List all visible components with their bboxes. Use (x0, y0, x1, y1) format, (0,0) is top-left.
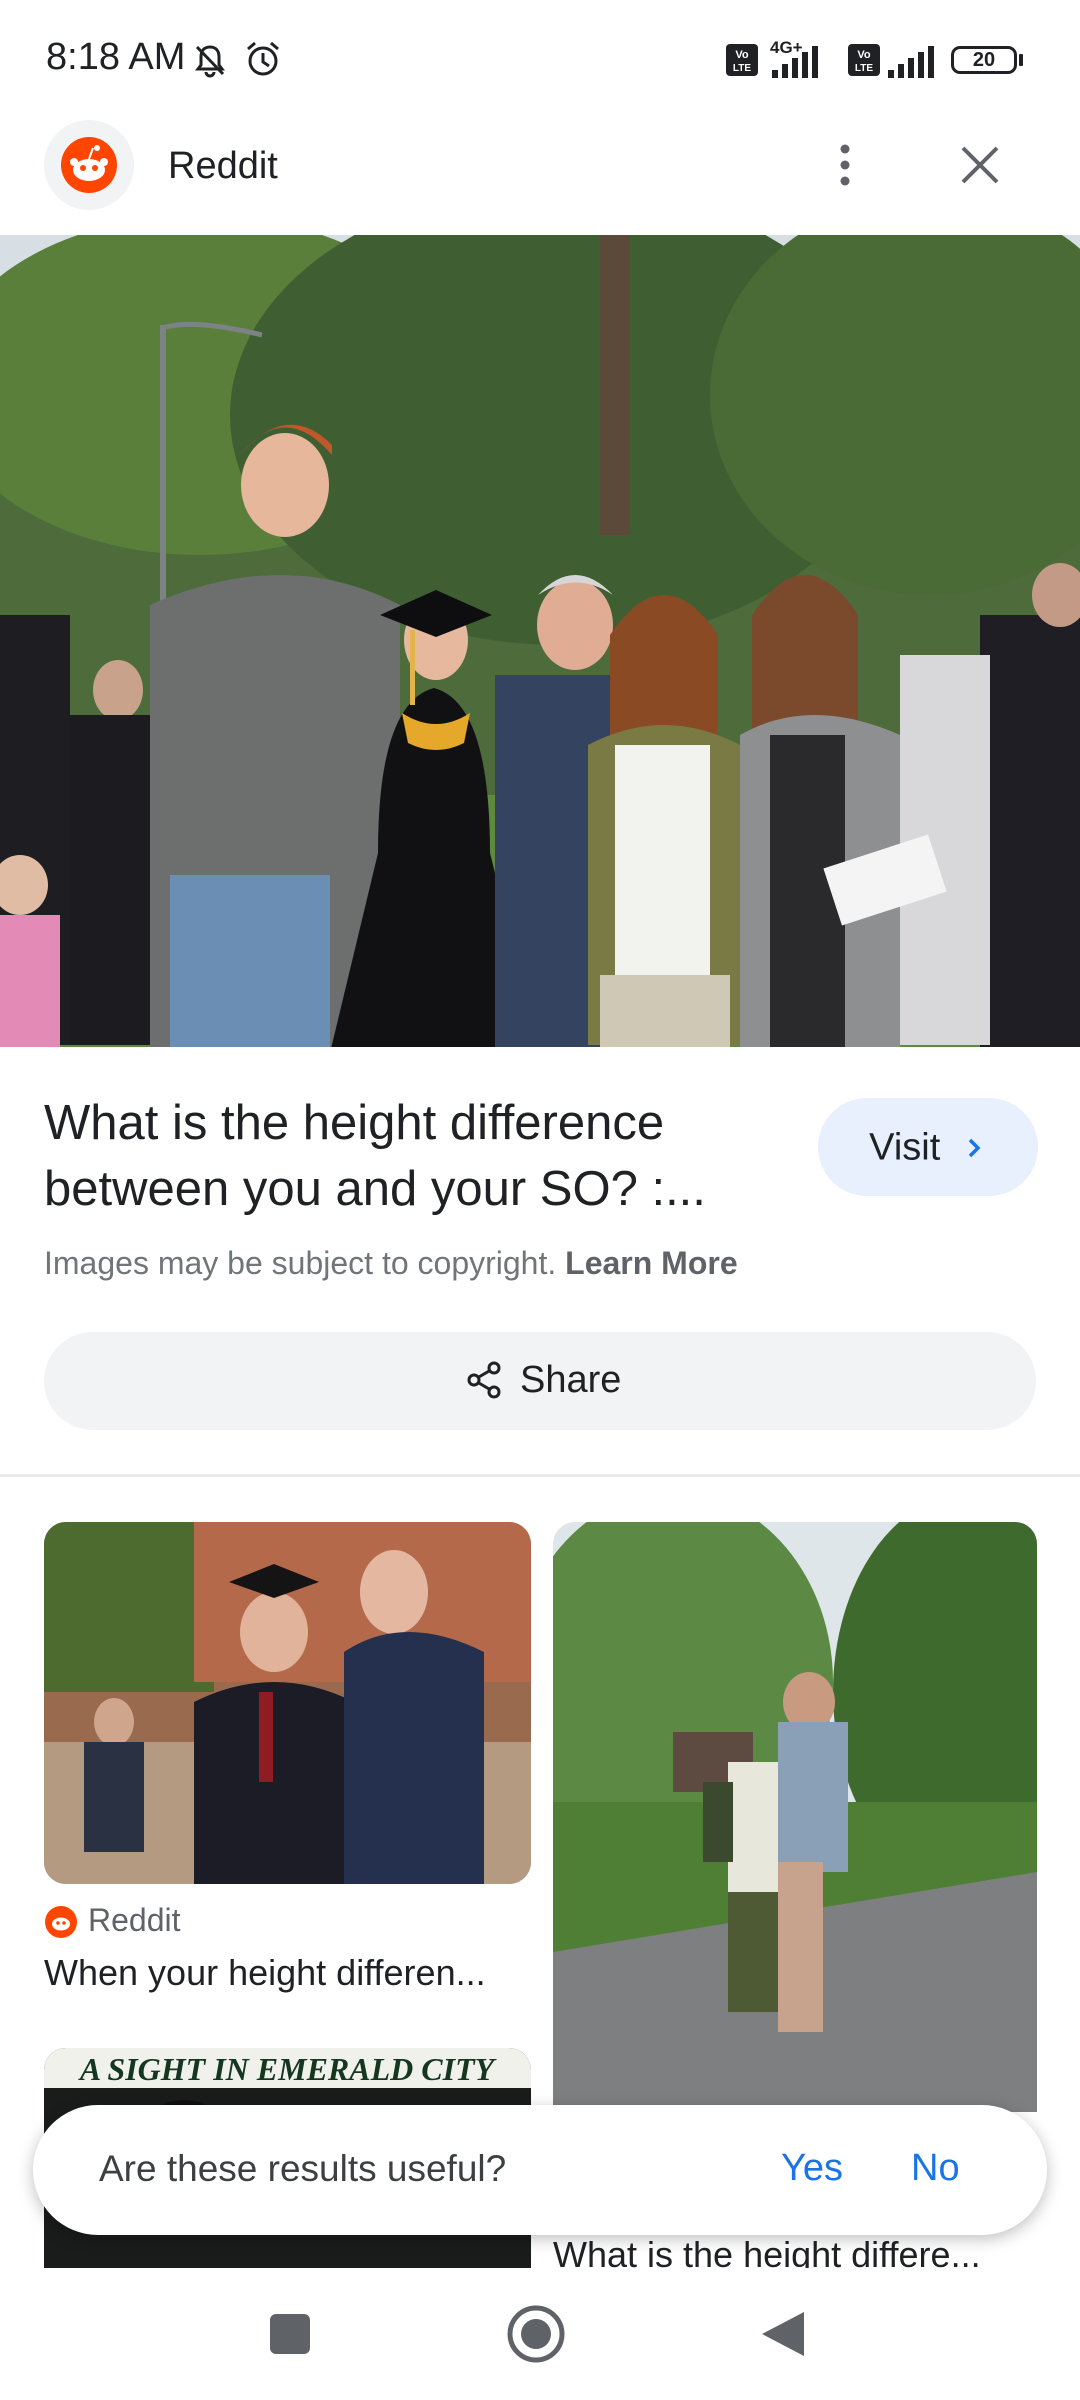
reddit-icon (61, 137, 117, 193)
recents-square-icon[interactable] (268, 2312, 312, 2356)
back-triangle-icon[interactable] (758, 2308, 808, 2360)
mute-bell-icon (195, 45, 225, 78)
source-title[interactable]: Reddit (168, 145, 278, 188)
related-caption-1[interactable]: When your height differen... (44, 1952, 524, 1994)
share-label: Share (520, 1359, 622, 1401)
system-nav-bar (0, 2268, 1080, 2400)
battery-tip (1019, 54, 1023, 66)
svg-text:LTE: LTE (733, 63, 751, 74)
alarm-icon (247, 41, 279, 76)
graduation-photo (0, 235, 1080, 1047)
signal-icon-1 (772, 46, 818, 78)
volte-icon-2: Vo LTE (848, 44, 880, 76)
volte-icon: Vo LTE (726, 44, 758, 76)
sign-text: A SIGHT IN EMERALD CITY (78, 2051, 497, 2087)
couple-hug-photo (553, 1522, 1037, 2112)
share-button[interactable]: Share (44, 1332, 1036, 1430)
status-time: 8:18 AM (46, 36, 186, 78)
signal-icon-2 (888, 46, 934, 78)
chevron-right-icon (968, 1138, 981, 1157)
related-image-2[interactable] (553, 1522, 1037, 2112)
feedback-no-button[interactable]: No (903, 2143, 968, 2194)
battery-icon: 20 (951, 46, 1017, 74)
svg-text:LTE: LTE (855, 63, 873, 74)
close-icon (961, 146, 999, 184)
feedback-question: Are these results useful? (99, 2148, 507, 2189)
svg-text:Vo: Vo (735, 49, 749, 61)
svg-text:Vo: Vo (857, 49, 871, 61)
related-source-1: Reddit (88, 1902, 181, 1938)
section-divider (0, 1474, 1080, 1477)
reddit-small-icon (45, 1906, 77, 1938)
feedback-yes-button[interactable]: Yes (773, 2143, 851, 2194)
feedback-card: Are these results useful? Yes No (33, 2105, 1047, 2235)
main-result-image[interactable] (0, 235, 1080, 1047)
copyright-notice: Images may be subject to copyright. Lear… (44, 1245, 738, 1282)
related-image-1[interactable] (44, 1522, 531, 1884)
graduates-photo (44, 1522, 531, 1884)
visit-button[interactable]: Visit (818, 1098, 1038, 1196)
status-bar: 8:18 AM Vo LTE 4G+ Vo LTE 20 (0, 0, 1080, 120)
result-title[interactable]: What is the height difference between yo… (44, 1090, 764, 1222)
home-circle-icon[interactable] (506, 2304, 566, 2364)
battery-level: 20 (972, 49, 996, 71)
share-icon (467, 1361, 501, 1399)
learn-more-link[interactable]: Learn More (565, 1245, 737, 1281)
close-button[interactable] (950, 135, 1010, 195)
source-logo (44, 120, 134, 210)
more-options-button[interactable] (815, 135, 875, 195)
more-vert-icon (840, 144, 850, 186)
visit-label: Visit (869, 1126, 941, 1169)
copyright-text: Images may be subject to copyright. (44, 1245, 557, 1281)
